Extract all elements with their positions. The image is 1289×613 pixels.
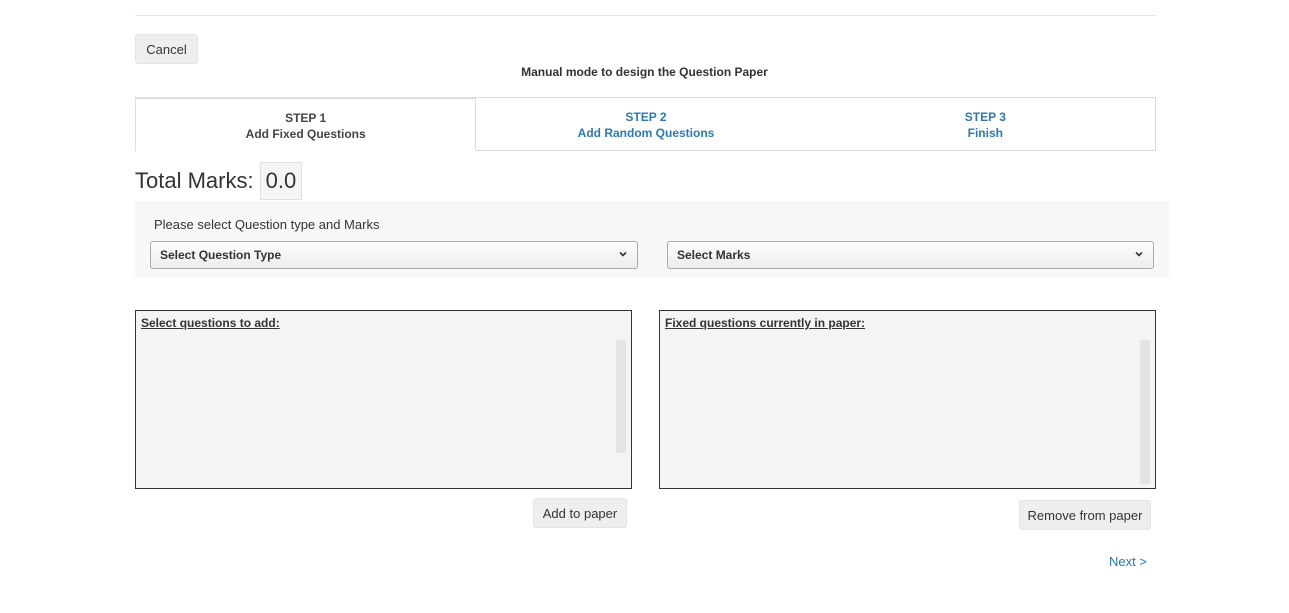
- total-marks-value: 0.0: [259, 162, 303, 200]
- tab-step-1[interactable]: STEP 1 Add Fixed Questions: [136, 97, 477, 151]
- top-divider: [135, 15, 1156, 16]
- step-1-number: STEP 1: [285, 111, 327, 125]
- tab-step-3[interactable]: STEP 3 Finish: [816, 98, 1155, 150]
- available-questions-scrollbar[interactable]: [616, 340, 626, 453]
- step-1-label: Add Fixed Questions: [245, 127, 366, 141]
- filter-prompt: Please select Question type and Marks: [154, 217, 380, 232]
- total-marks: Total Marks: 0.0: [135, 162, 303, 200]
- question-type-select[interactable]: Select Question Type: [150, 241, 638, 269]
- step-3-number: STEP 3: [964, 110, 1006, 124]
- fixed-questions-scrollbar[interactable]: [1140, 340, 1150, 484]
- cancel-button[interactable]: Cancel: [135, 34, 198, 64]
- remove-from-paper-button[interactable]: Remove from paper: [1019, 500, 1151, 530]
- step-tabs: STEP 1 Add Fixed Questions STEP 2 Add Ra…: [135, 97, 1156, 151]
- step-3-label: Finish: [967, 126, 1003, 140]
- tab-step-2[interactable]: STEP 2 Add Random Questions: [476, 98, 815, 150]
- step-2-label: Add Random Questions: [577, 126, 715, 140]
- marks-select[interactable]: Select Marks: [667, 241, 1154, 269]
- fixed-questions-title: Fixed questions currently in paper:: [665, 316, 866, 330]
- fixed-questions-list[interactable]: Fixed questions currently in paper:: [659, 310, 1156, 489]
- available-questions-title: Select questions to add:: [141, 316, 280, 330]
- filter-panel: Please select Question type and Marks Se…: [135, 201, 1169, 277]
- chevron-down-icon: [619, 251, 627, 257]
- available-questions-list[interactable]: Select questions to add:: [135, 310, 632, 489]
- page-title: Manual mode to design the Question Paper: [521, 65, 768, 79]
- step-2-number: STEP 2: [625, 110, 667, 124]
- question-type-selected: Select Question Type: [160, 248, 282, 262]
- add-to-paper-button[interactable]: Add to paper: [533, 498, 627, 528]
- total-marks-label: Total Marks:: [135, 168, 254, 193]
- marks-selected: Select Marks: [677, 248, 751, 262]
- chevron-down-icon: [1135, 251, 1143, 257]
- next-link[interactable]: Next >: [1109, 554, 1147, 569]
